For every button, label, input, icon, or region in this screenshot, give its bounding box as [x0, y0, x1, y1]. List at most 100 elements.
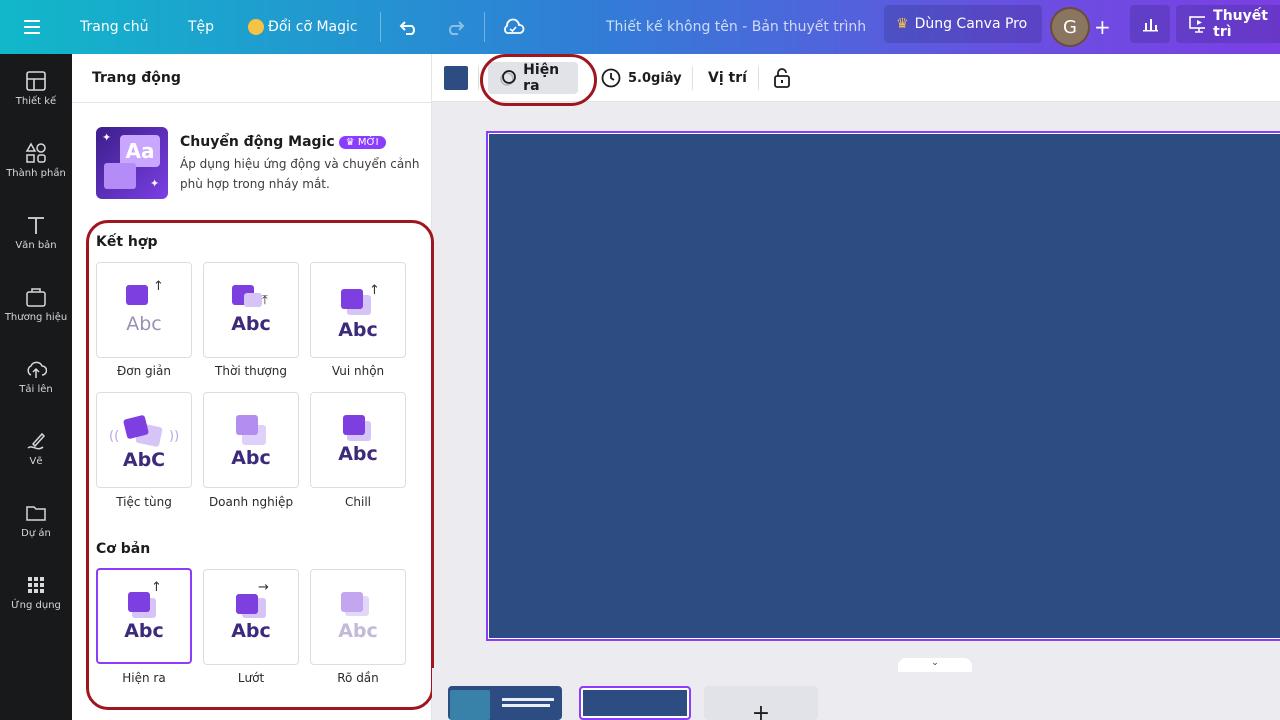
insights-icon[interactable]	[1130, 5, 1170, 43]
present-label: Thuyết trì	[1213, 8, 1268, 40]
thumb-text: Abc	[338, 620, 378, 642]
card-label: Đơn giản	[117, 364, 171, 378]
sidebar-item-elements[interactable]: Thành phần	[0, 142, 72, 202]
animation-card-fade[interactable]: Abc	[310, 569, 406, 665]
sidebar-item-label: Thiết kế	[15, 96, 57, 107]
slide-canvas[interactable]	[486, 131, 1280, 641]
collapse-pages-button[interactable]: ⌄	[898, 658, 972, 672]
image-icon	[343, 415, 365, 435]
image-icon	[128, 592, 150, 612]
vibration-icon: ((	[109, 429, 120, 444]
divider	[692, 66, 693, 90]
card-label: Tiệc tùng	[116, 495, 172, 509]
lock-icon[interactable]	[772, 54, 792, 102]
thumb-text: Abc	[231, 313, 271, 335]
color-swatch[interactable]	[444, 66, 468, 90]
sidebar-item-label: Văn bản	[15, 240, 57, 251]
thumb-text: Abc	[338, 319, 378, 337]
card-label: Doanh nghiệp	[208, 495, 294, 509]
animation-card-business[interactable]: Abc	[203, 392, 299, 488]
highlight-annotation	[480, 54, 597, 106]
panel-title: Trang động	[92, 70, 181, 86]
animation-card-trendy[interactable]: ⤒ Abc	[203, 262, 299, 358]
arrow-right-icon: →	[258, 580, 269, 595]
page-thumbnail-1[interactable]	[448, 686, 562, 720]
text-icon	[28, 217, 44, 234]
magic-animate-description: Áp dụng hiệu ứng động và chuyển cảnh phù…	[180, 157, 420, 191]
animation-card-simple[interactable]: ↑ Abc	[96, 262, 192, 358]
magic-animate-title[interactable]: Chuyển động Magic ♛ MỚI	[180, 134, 386, 150]
canva-pro-button[interactable]: ♛ Dùng Canva Pro	[884, 5, 1042, 43]
new-badge: ♛ MỚI	[338, 135, 386, 149]
avatar[interactable]: G	[1050, 7, 1090, 47]
brand-icon	[26, 288, 46, 307]
present-button[interactable]: Thuyết trì	[1176, 5, 1280, 43]
sidebar-item-text[interactable]: Văn bản	[0, 214, 72, 274]
vibration-icon: ))	[169, 429, 180, 444]
sidebar-item-label: Ứng dụng	[11, 600, 61, 611]
sparkle-icon: ✦	[102, 131, 112, 144]
card-label: Hiện ra	[122, 671, 166, 685]
section-basic-title: Cơ bản	[96, 541, 151, 557]
add-page-button[interactable]: +	[704, 686, 818, 720]
divider	[484, 12, 485, 42]
section-combo-title: Kết hợp	[96, 234, 158, 250]
divider	[758, 66, 759, 90]
shapes-icon	[25, 142, 46, 163]
sidebar-item-design[interactable]: Thiết kế	[0, 70, 72, 130]
card-label: Thời thượng	[215, 364, 287, 378]
file-menu[interactable]: Tệp	[188, 0, 214, 54]
image-icon	[104, 163, 136, 189]
thumb-text: Abc	[124, 620, 164, 642]
magic-resize-label: Đổi cỡ Magic	[268, 19, 358, 35]
animation-card-rise[interactable]: ↑ Abc	[96, 568, 192, 664]
thumbnail-text-lines	[502, 698, 554, 701]
draw-icon	[27, 432, 46, 450]
sidebar-item-brand[interactable]: Thương hiệu	[0, 286, 72, 346]
sidebar-item-upload[interactable]: Tải lên	[0, 358, 72, 418]
animation-card-party[interactable]: (( )) AbC	[96, 392, 192, 488]
add-people-icon[interactable]: +	[1094, 0, 1111, 54]
folder-icon	[26, 506, 46, 521]
sidebar-item-apps[interactable]: Ứng dụng	[0, 574, 72, 634]
cloud-saved-icon[interactable]	[500, 0, 526, 54]
canva-pro-label: Dùng Canva Pro	[914, 16, 1028, 32]
crown-icon: ♛	[896, 16, 909, 32]
animation-card-chill[interactable]: Abc	[310, 392, 406, 488]
page-thumbnail-2[interactable]	[579, 686, 691, 720]
image-icon	[236, 415, 258, 435]
sidebar-item-label: Dự án	[21, 528, 51, 539]
image-shadow	[244, 293, 262, 307]
sidebar-item-draw[interactable]: Vẽ	[0, 430, 72, 490]
animation-card-pan[interactable]: → Abc	[203, 569, 299, 665]
clock-icon	[601, 68, 621, 88]
sidebar-item-label: Vẽ	[29, 456, 43, 467]
magic-resize-button[interactable]: Đổi cỡ Magic	[248, 0, 358, 54]
magic-animate-label: Chuyển động Magic	[180, 134, 335, 150]
apps-icon	[28, 577, 44, 593]
upload-icon	[27, 361, 47, 378]
divider	[478, 66, 479, 90]
design-title[interactable]: Thiết kế không tên - Bản thuyết trình	[606, 0, 866, 54]
card-label: Rõ dần	[337, 671, 379, 685]
undo-icon[interactable]	[398, 0, 420, 54]
animation-card-fun[interactable]: ↑ Abc	[310, 262, 406, 358]
home-link[interactable]: Trang chủ	[80, 0, 148, 54]
card-label: Chill	[345, 495, 371, 509]
position-button[interactable]: Vị trí	[708, 54, 747, 102]
magic-animate-thumbnail[interactable]: Aa ✦ ✦	[96, 127, 168, 199]
thumb-text: Abc	[231, 620, 271, 642]
editor-toolbar: Hiện ra 5.0giây Vị trí	[432, 54, 1280, 106]
redo-icon[interactable]	[444, 0, 466, 54]
thumb-text: Abc	[126, 313, 162, 335]
sidebar-item-label: Tải lên	[19, 384, 53, 395]
menu-icon[interactable]	[24, 0, 44, 54]
sidebar-item-projects[interactable]: Dự án	[0, 502, 72, 562]
layout-icon	[26, 71, 46, 91]
sidebar-item-label: Thương hiệu	[4, 312, 68, 323]
timing-button[interactable]: 5.0giây	[600, 54, 682, 102]
arrow-up-icon: ↑	[369, 283, 380, 298]
sidebar: Thiết kế Thành phần Văn bản Thương hiệu …	[0, 54, 72, 720]
thumb-text: Abc	[231, 447, 271, 465]
thumbnail-graphic	[450, 690, 490, 720]
